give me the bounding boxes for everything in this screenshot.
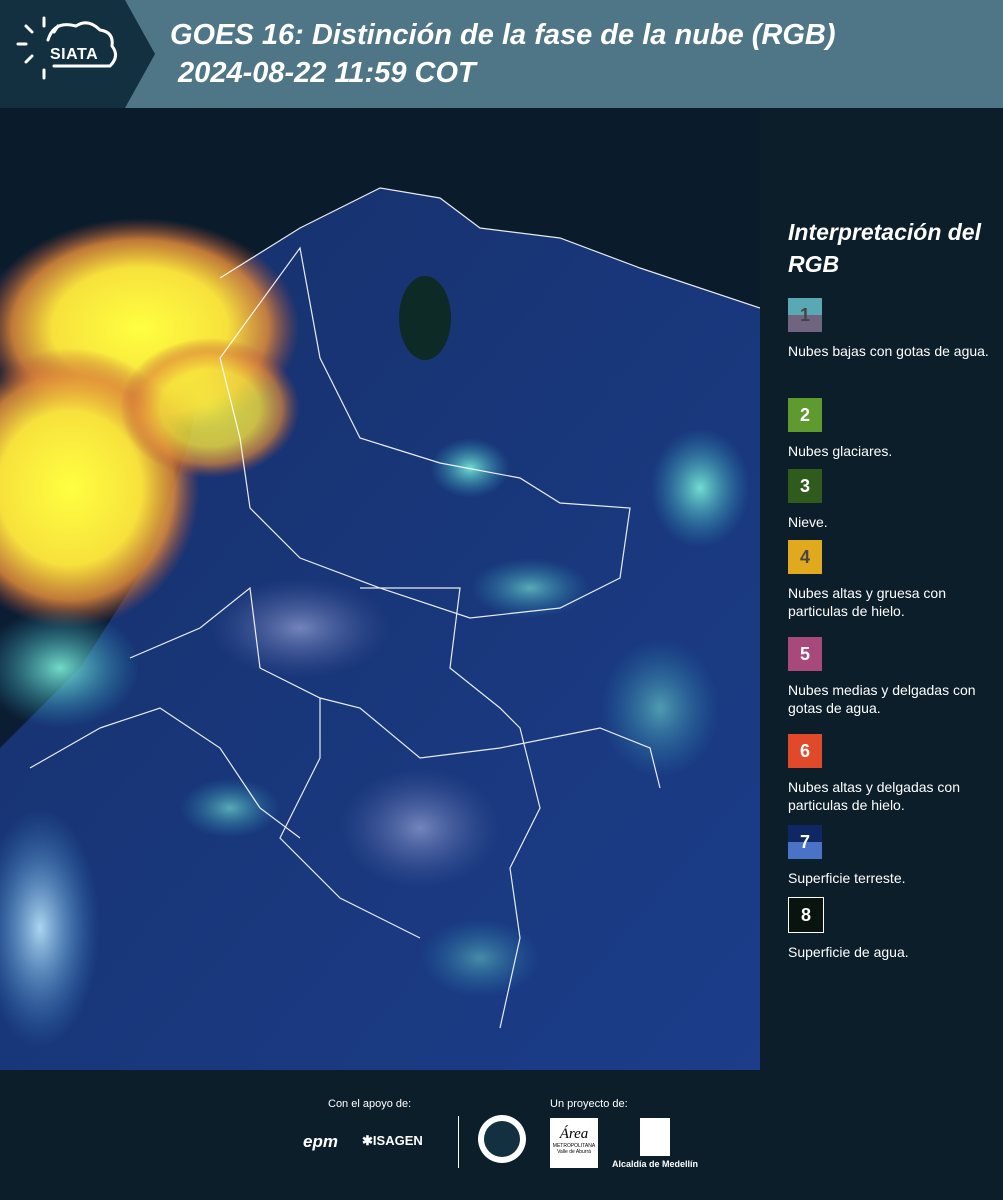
siata-logo: SIATA [0,0,155,108]
legend-swatch: 4 [788,540,822,574]
legend-swatch: 6 [788,734,822,768]
legend-label: Nubes altas y gruesa con particulas de h… [788,585,946,619]
legend-number: 7 [799,832,810,852]
support-label: Con el apoyo de: [328,1098,412,1110]
legend-label: Nieve. [788,514,828,530]
legend-swatch: 5 [788,637,822,671]
legend-item: 2 Nubes glaciares. [788,398,998,460]
legend-number: 5 [799,644,810,664]
footer: Con el apoyo de: Un proyecto de: epm ✱IS… [0,1070,1003,1200]
legend-label: Superficie terreste. [788,870,906,886]
legend-number: 6 [799,741,810,761]
title-line-1: GOES 16: Distinción de la fase de la nub… [170,19,836,51]
header-bar: SIATA GOES 16: Distinción de la fase de … [0,0,1003,108]
alcaldia-shield-icon [640,1118,670,1156]
satellite-rgb-map [0,108,760,1070]
area-subtext: METROPOLITANA Valle de Aburrá [552,1143,596,1155]
legend-swatch: 2 [788,398,822,432]
legend-panel: Interpretación del RGB 1 Nubes bajas con … [760,108,1003,1070]
title-line-2: 2024-08-22 11:59 COT [170,57,476,89]
area-text: Área [559,1126,589,1142]
page-title: GOES 16: Distinción de la fase de la nub… [170,16,836,92]
project-label: Un proyecto de: [550,1098,628,1110]
legend-number: 1 [799,305,810,325]
legend-swatch: 1 [788,298,822,332]
legend-swatch: 3 [788,469,822,503]
legend-label: Nubes glaciares. [788,443,893,459]
legend-item: 5 Nubes medias y delgadas con gotas de ag… [788,637,998,717]
isagen-logo: ✱ISAGEN [362,1133,423,1149]
map-image [0,108,760,1070]
legend-item: 1 Nubes bajas con gotas de agua. [788,298,998,360]
legend-swatch: 7 [788,825,822,859]
legend-number: 4 [799,547,810,567]
emblem-inner [484,1121,520,1157]
footer-divider [458,1116,459,1168]
legend-label: Nubes bajas con gotas de agua. [788,343,989,359]
area-metropolitana-logo: Área METROPOLITANA Valle de Aburrá [550,1118,598,1168]
isagen-icon: ✱ [362,1133,373,1148]
legend-item: 7 Superficie terreste. [788,825,998,887]
legend-label: Nubes medias y delgadas con gotas de agu… [788,682,976,716]
legend-number: 3 [799,476,810,496]
legend-number: 2 [799,405,810,425]
legend-item: 8 Superficie de agua. [788,897,998,961]
legend-item: 6 Nubes altas y delgadas con particulas d… [788,734,998,814]
emblem-logo [478,1115,526,1163]
legend-title: Interpretación del RGB [788,219,981,277]
legend-item: 4 Nubes altas y gruesa con particulas de … [788,540,998,620]
legend-number: 8 [800,905,811,925]
isagen-text: ISAGEN [372,1133,423,1148]
epm-logo: epm [303,1132,338,1151]
legend-swatch: 8 [788,897,824,933]
legend-item: 3 Nieve. [788,469,998,531]
alcaldia-text: Alcaldía de Medellín [612,1159,699,1169]
legend-label: Nubes altas y delgadas con particulas de… [788,779,960,813]
logo-text: SIATA [50,46,99,63]
legend-label: Superficie de agua. [788,944,909,960]
